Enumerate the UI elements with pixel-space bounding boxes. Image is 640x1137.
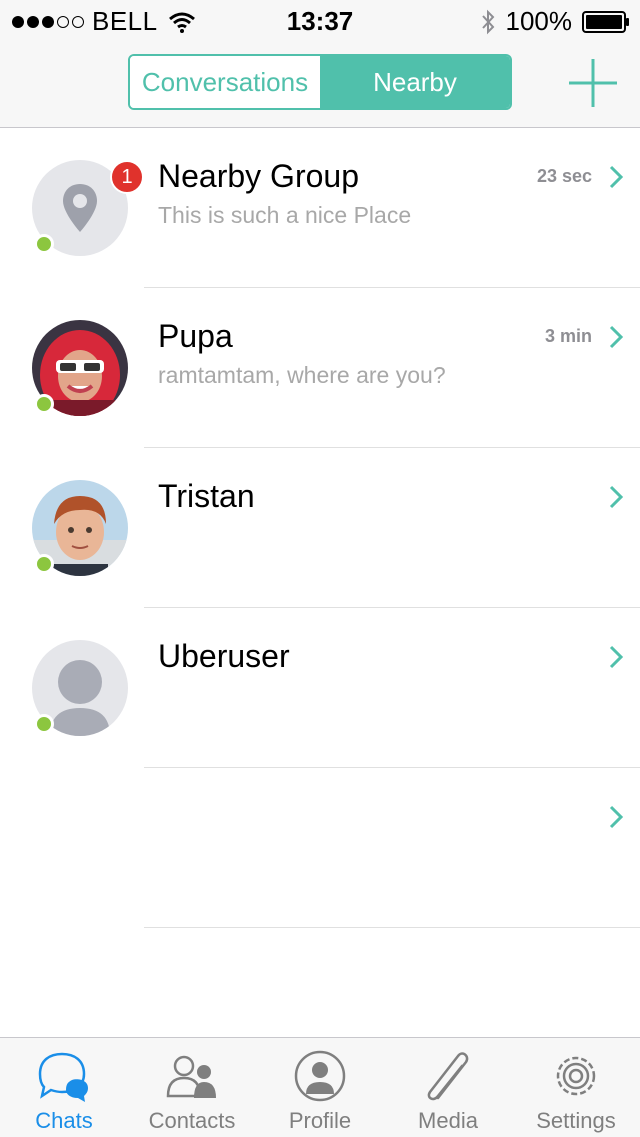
chat-name: Pupa [158, 318, 233, 354]
paperclip-icon [427, 1052, 469, 1101]
tab-settings[interactable]: Settings [512, 1038, 640, 1137]
online-indicator [34, 394, 54, 414]
tab-label: Profile [288, 1108, 352, 1133]
online-indicator [34, 234, 54, 254]
chat-time: 23 sec [536, 166, 592, 186]
tab-label: Settings [536, 1108, 616, 1133]
nav-bar: Conversations Nearby [0, 40, 640, 128]
profile-icon [294, 1050, 346, 1102]
chevron-right-icon [609, 645, 624, 669]
chevron-right-icon [609, 805, 624, 829]
status-right: 100% [480, 6, 631, 37]
segmented-control: Conversations Nearby [128, 54, 512, 110]
chat-row-tristan[interactable]: Tristan [0, 448, 640, 608]
plus-icon[interactable] [566, 56, 620, 110]
chat-preview: This is such a nice Place [158, 202, 412, 228]
chat-row-nearby-group[interactable]: 1 Nearby Group This is such a nice Place… [0, 128, 640, 288]
status-bar: BELL 13:37 100% [0, 0, 640, 40]
chat-time: 3 min [544, 326, 592, 346]
tab-chats[interactable]: Chats [0, 1038, 128, 1137]
chat-bubbles-icon [38, 1052, 88, 1102]
chat-row-uberuser[interactable]: Uberuser [0, 608, 640, 768]
online-indicator [34, 714, 54, 734]
tab-profile[interactable]: Profile [256, 1038, 384, 1137]
tab-label: Media [418, 1108, 478, 1133]
gear-icon [556, 1056, 596, 1096]
battery-percent: 100% [505, 6, 573, 36]
chat-row-empty[interactable] [0, 768, 640, 928]
online-indicator [34, 554, 54, 574]
chat-list: 1 Nearby Group This is such a nice Place… [0, 128, 640, 928]
chat-row-pupa[interactable]: Pupa ramtamtam, where are you? 3 min [0, 288, 640, 448]
segment-nearby[interactable]: Nearby [320, 56, 510, 108]
unread-badge: 1 [110, 160, 144, 194]
contacts-icon [166, 1055, 216, 1098]
chevron-right-icon [609, 485, 624, 509]
tab-contacts[interactable]: Contacts [128, 1038, 256, 1137]
chevron-right-icon [609, 165, 624, 189]
chevron-right-icon [609, 325, 624, 349]
chat-name: Nearby Group [158, 158, 359, 194]
bluetooth-icon [481, 9, 494, 34]
tab-bar: Chats Contacts Profile Media Settings [0, 1037, 640, 1137]
tab-media[interactable]: Media [384, 1038, 512, 1137]
row-divider [144, 927, 640, 928]
segment-conversations[interactable]: Conversations [130, 56, 320, 108]
battery-icon [582, 10, 629, 33]
tab-label: Chats [35, 1108, 93, 1133]
chat-name: Tristan [158, 478, 255, 514]
chat-preview: ramtamtam, where are you? [158, 362, 446, 388]
chat-name: Uberuser [158, 638, 290, 674]
tab-label: Contacts [148, 1108, 236, 1133]
